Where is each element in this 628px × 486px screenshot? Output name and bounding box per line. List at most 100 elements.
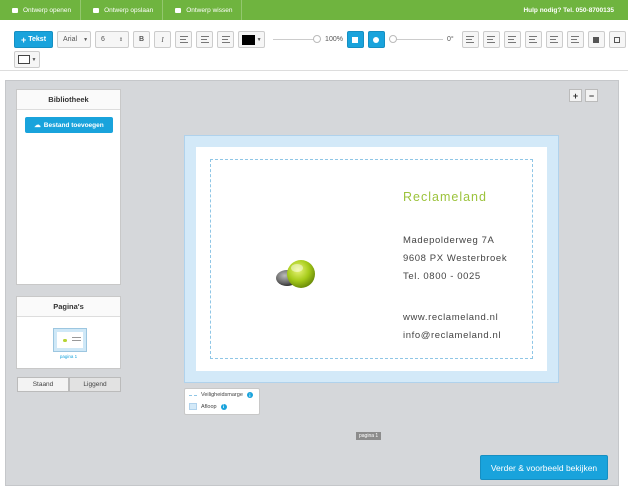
align-middle-button[interactable]	[482, 31, 500, 48]
bring-forward-button[interactable]	[587, 31, 605, 48]
folder-icon	[12, 7, 18, 13]
font-size-value: 6	[101, 36, 105, 43]
save-design-label: Ontwerp opslaan	[104, 6, 154, 14]
align-left-icon	[179, 36, 188, 43]
border-swatch	[17, 55, 30, 64]
circle-icon	[373, 36, 380, 43]
trash-icon	[175, 7, 182, 13]
portrait-button[interactable]: Staand	[17, 377, 69, 392]
italic-label: I	[161, 35, 164, 44]
slider-handle[interactable]	[388, 35, 397, 43]
thumbnail-text	[72, 337, 81, 338]
align-top-button[interactable]	[461, 31, 479, 48]
open-design-label: Ontwerp openen	[23, 6, 72, 14]
border-color-picker[interactable]: ▼	[14, 51, 40, 68]
info-icon[interactable]: i	[220, 403, 227, 410]
align-middle-icon	[487, 36, 496, 43]
align-center-icon	[200, 36, 209, 43]
chevron-down-icon: ▼	[83, 36, 89, 43]
color-swatch	[241, 34, 255, 45]
zoom-out-button[interactable]: −	[585, 89, 598, 102]
send-backward-button[interactable]	[608, 31, 626, 48]
safety-margin-legend: Veiligheidsmarge i	[189, 392, 253, 398]
text-color-picker[interactable]: ▼	[238, 31, 266, 48]
page-label: pagina 1	[356, 432, 382, 440]
design-workspace: Bibliotheek ☁ Bestand toevoegen Pagina's…	[5, 80, 619, 486]
pages-title: Pagina's	[17, 297, 120, 317]
bold-button[interactable]: B	[133, 31, 151, 48]
add-file-label: Bestand toevoegen	[43, 121, 104, 129]
page-thumbnail[interactable]	[53, 328, 87, 352]
opacity-slider[interactable]	[273, 31, 322, 48]
help-text: Hulp nodig? Tel. 050-8700135	[523, 6, 614, 14]
brand-text[interactable]: Reclameland	[403, 190, 487, 204]
italic-button[interactable]: I	[154, 31, 172, 48]
library-title: Bibliotheek	[17, 90, 120, 110]
slider-handle[interactable]	[313, 35, 322, 43]
email-text[interactable]: info@reclameland.nl	[403, 330, 501, 341]
shape-circle-button[interactable]	[367, 31, 385, 48]
margin-legend: Veiligheidsmarge i Afloop i	[184, 388, 260, 415]
thumbnail-card	[57, 332, 83, 348]
slider-track	[388, 39, 443, 40]
top-bar: Ontwerp openen Ontwerp opslaan Ontwerp w…	[0, 0, 628, 20]
font-family-select[interactable]: Arial ▼	[57, 31, 92, 48]
logo-image[interactable]	[273, 256, 321, 292]
rotation-value: 0°	[446, 36, 454, 43]
bold-label: B	[139, 36, 145, 43]
dashed-line-icon	[189, 394, 197, 396]
save-design-button[interactable]: Ontwerp opslaan	[81, 0, 164, 20]
add-text-button[interactable]: + Tekst	[14, 31, 54, 48]
cloud-upload-icon: ☁	[34, 122, 41, 129]
stepper-icon: ⇕	[118, 36, 124, 43]
align-right-icon	[221, 36, 230, 43]
address-line-1[interactable]: Madepolderweg 7A	[403, 235, 494, 246]
pages-panel: Pagina's pagina 1	[16, 296, 121, 369]
plus-icon: +	[21, 34, 27, 45]
rotation-slider[interactable]	[388, 31, 443, 48]
next-preview-button[interactable]: Verder & voorbeeld bekijken	[480, 455, 608, 480]
layer-up-icon	[593, 36, 600, 43]
business-card[interactable]: Reclameland Madepolderweg 7A 9608 PX Wes…	[196, 147, 547, 371]
zoom-in-button[interactable]: +	[569, 89, 582, 102]
editor-toolbar: + Tekst Arial ▼ 6 ⇕ B I ▼ 100% 0° ▼	[0, 20, 628, 71]
shape-square-button[interactable]	[346, 31, 364, 48]
distribute-center-button[interactable]	[545, 31, 563, 48]
distribute-left-icon	[529, 36, 538, 43]
chevron-down-icon: ▼	[31, 56, 37, 63]
distribute-right-button[interactable]	[566, 31, 584, 48]
add-file-button[interactable]: ☁ Bestand toevoegen	[25, 117, 113, 133]
open-design-button[interactable]: Ontwerp openen	[0, 0, 82, 20]
safety-margin: Reclameland Madepolderweg 7A 9608 PX Wes…	[210, 159, 533, 359]
landscape-button[interactable]: Liggend	[69, 377, 121, 392]
align-center-button[interactable]	[196, 31, 214, 48]
align-left-button[interactable]	[175, 31, 193, 48]
distribute-center-icon	[550, 36, 559, 43]
website-text[interactable]: www.reclameland.nl	[403, 312, 498, 323]
distribute-left-button[interactable]	[524, 31, 542, 48]
layer-down-icon	[614, 36, 621, 43]
align-bottom-button[interactable]	[503, 31, 521, 48]
add-text-label: Tekst	[28, 36, 47, 43]
bleed-area: Reclameland Madepolderweg 7A 9608 PX Wes…	[184, 135, 559, 383]
zoom-controls: + −	[569, 89, 598, 102]
info-icon[interactable]: i	[246, 392, 253, 398]
opacity-value: 100%	[325, 36, 343, 43]
distribute-right-icon	[571, 36, 580, 43]
align-bottom-icon	[508, 36, 517, 43]
orientation-toggle: Staand Liggend	[17, 377, 121, 392]
thumbnail-logo	[63, 339, 67, 342]
font-size-stepper[interactable]: 6 ⇕	[95, 31, 130, 48]
chevron-down-icon: ▼	[256, 36, 262, 43]
library-panel: Bibliotheek ☁ Bestand toevoegen	[16, 89, 121, 285]
bleed-legend: Afloop i	[189, 403, 227, 410]
align-right-button[interactable]	[217, 31, 235, 48]
address-line-2[interactable]: 9608 PX Westerbroek	[403, 253, 507, 264]
clear-design-button[interactable]: Ontwerp wissen	[163, 0, 243, 20]
align-top-icon	[466, 36, 475, 43]
phone-text[interactable]: Tel. 0800 - 0025	[403, 271, 481, 282]
square-icon	[352, 36, 359, 43]
clear-design-label: Ontwerp wissen	[186, 6, 233, 14]
bleed-swatch-icon	[189, 403, 197, 410]
page-thumbnail-caption: pagina 1	[59, 354, 78, 359]
